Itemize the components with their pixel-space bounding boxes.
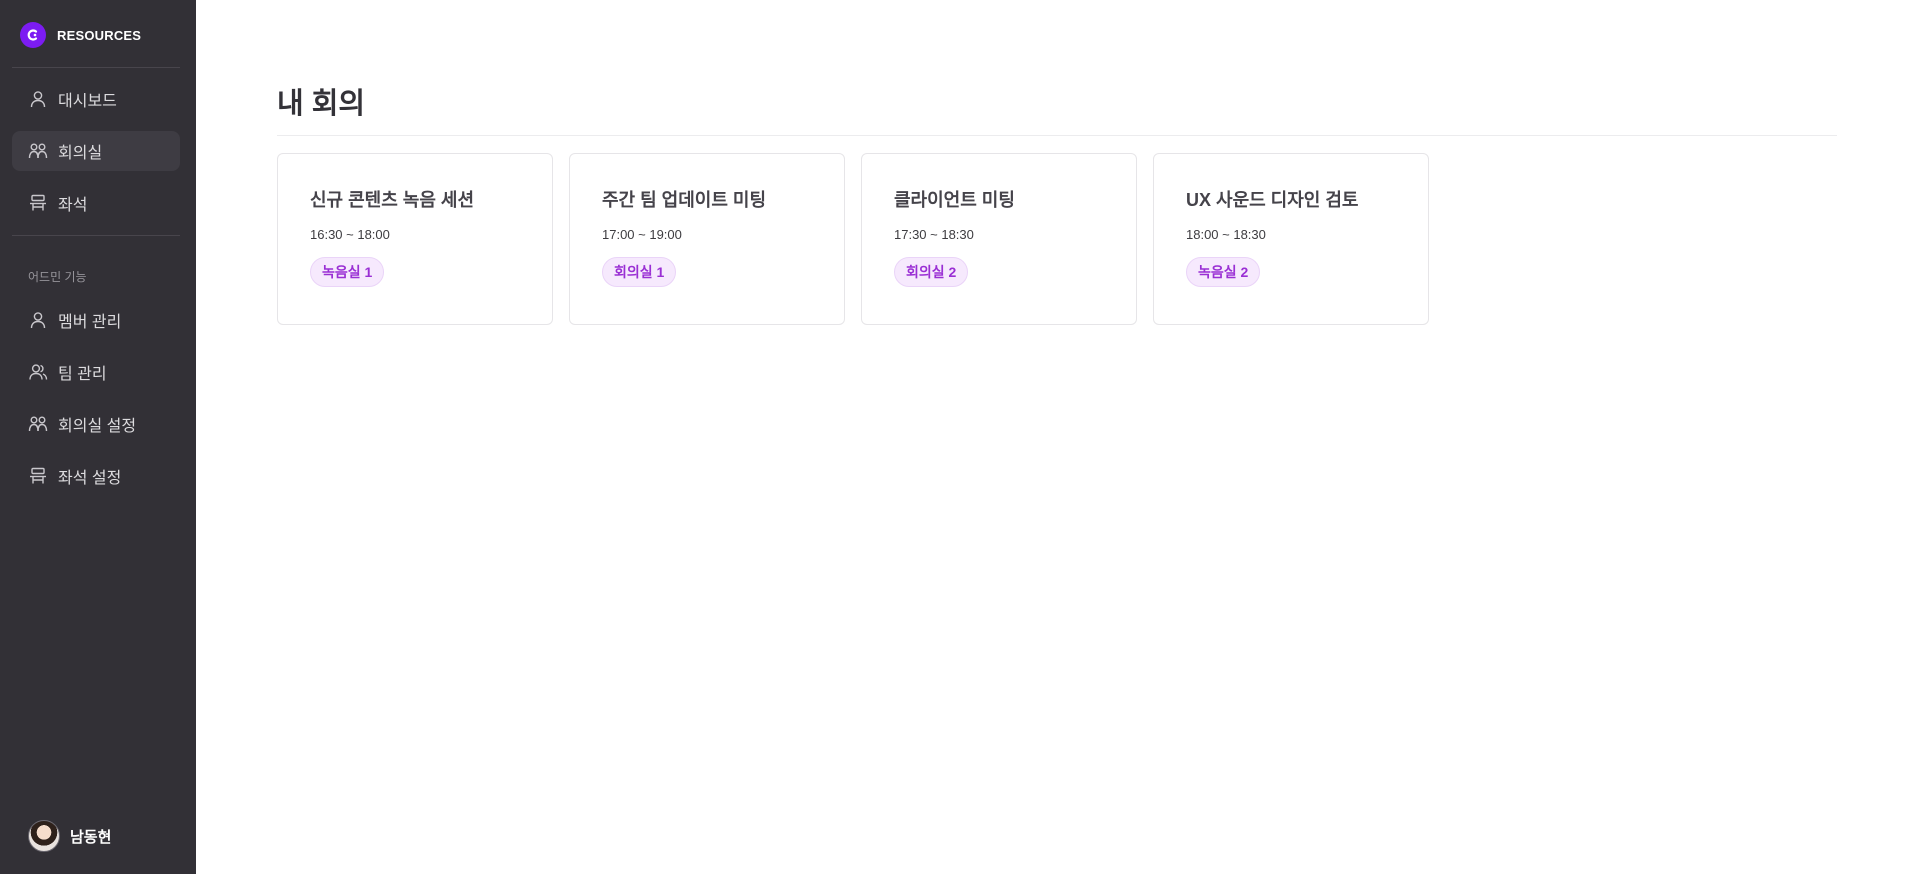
avatar — [28, 820, 60, 852]
sidebar-item-member-management[interactable]: 멤버 관리 — [12, 300, 180, 340]
sidebar-item-label: 좌석 — [58, 197, 88, 214]
user-profile[interactable]: 남동현 — [28, 820, 111, 852]
sidebar-item-meeting-room-settings[interactable]: 회의실 설정 — [12, 404, 180, 444]
meeting-time: 17:00 ~ 19:00 — [602, 227, 682, 242]
brand-name: RESOURCES — [57, 27, 142, 43]
sidebar-item-label: 멤버 관리 — [58, 314, 122, 331]
seat-icon — [28, 466, 48, 486]
meeting-title: 클라이언트 미팅 — [894, 190, 1015, 210]
sidebar-item-label: 팀 관리 — [58, 366, 107, 383]
sidebar-item-label: 좌석 설정 — [58, 470, 122, 487]
people-icon — [28, 141, 48, 161]
people-icon — [28, 414, 48, 434]
meeting-title: 주간 팀 업데이트 미팅 — [602, 190, 767, 210]
meeting-card[interactable]: UX 사운드 디자인 검토 18:00 ~ 18:30 녹음실 2 — [1153, 153, 1429, 325]
sidebar-divider — [12, 235, 180, 236]
sidebar-item-label: 회의실 설정 — [58, 418, 137, 435]
sidebar-item-label: 회의실 — [58, 145, 103, 162]
meeting-card[interactable]: 클라이언트 미팅 17:30 ~ 18:30 회의실 2 — [861, 153, 1137, 325]
meeting-card[interactable]: 신규 콘텐츠 녹음 세션 16:30 ~ 18:00 녹음실 1 — [277, 153, 553, 325]
seat-icon — [28, 193, 48, 213]
user-name: 남동현 — [70, 828, 112, 846]
meeting-time: 17:30 ~ 18:30 — [894, 227, 974, 242]
brand-logo-icon — [20, 22, 46, 48]
sidebar-item-meeting-rooms[interactable]: 회의실 — [12, 131, 180, 171]
page-title: 내 회의 — [277, 88, 366, 120]
meeting-time: 18:00 ~ 18:30 — [1186, 227, 1266, 242]
room-badge: 회의실 2 — [894, 257, 969, 287]
admin-section-label: 어드민 기능 — [28, 270, 87, 284]
person-icon — [28, 89, 48, 109]
meeting-title: UX 사운드 디자인 검토 — [1186, 190, 1359, 210]
sidebar-item-dashboard[interactable]: 대시보드 — [12, 79, 180, 119]
sidebar-divider — [12, 67, 180, 68]
sidebar-item-label: 대시보드 — [58, 93, 117, 110]
title-divider — [277, 135, 1837, 136]
meeting-title: 신규 콘텐츠 녹음 세션 — [310, 190, 475, 210]
sidebar: RESOURCES 대시보드 회의실 좌석 어드민 기능 멤버 관리 팀 관리 … — [0, 0, 196, 874]
room-badge: 회의실 1 — [602, 257, 677, 287]
sidebar-item-seat-settings[interactable]: 좌석 설정 — [12, 456, 180, 496]
sidebar-item-seats[interactable]: 좌석 — [12, 183, 180, 223]
person-icon — [28, 310, 48, 330]
room-badge: 녹음실 1 — [310, 257, 385, 287]
team-icon — [28, 362, 48, 382]
brand[interactable]: RESOURCES — [20, 22, 141, 48]
sidebar-item-team-management[interactable]: 팀 관리 — [12, 352, 180, 392]
room-badge: 녹음실 2 — [1186, 257, 1261, 287]
meeting-time: 16:30 ~ 18:00 — [310, 227, 390, 242]
meeting-card[interactable]: 주간 팀 업데이트 미팅 17:00 ~ 19:00 회의실 1 — [569, 153, 845, 325]
